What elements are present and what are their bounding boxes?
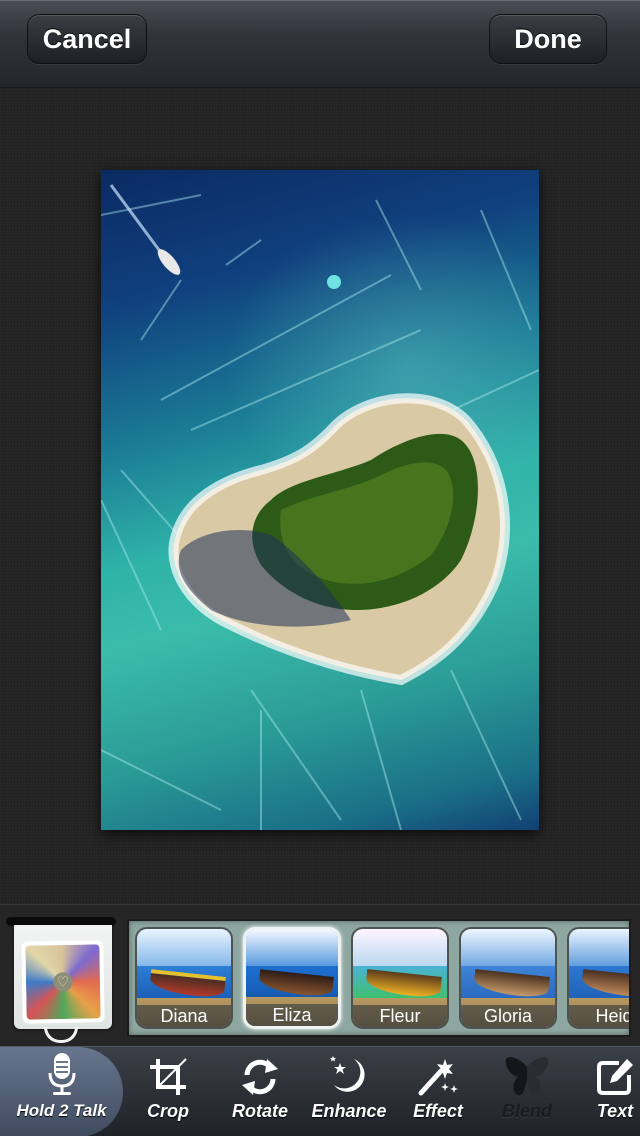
filter-fleur[interactable]: Fleur <box>351 927 449 1029</box>
filter-label: Diana <box>137 1005 231 1027</box>
moon-stars-icon <box>328 1047 370 1097</box>
filter-label: Gloria <box>461 1005 555 1027</box>
tool-label: Text <box>596 1101 634 1121</box>
edited-photo[interactable] <box>101 170 539 830</box>
tool-label: Rotate <box>231 1101 288 1121</box>
text-button[interactable]: Text <box>580 1047 640 1136</box>
filter-diana[interactable]: Diana <box>135 927 233 1029</box>
hold-to-talk-button[interactable]: Hold 2 Talk <box>0 1047 123 1136</box>
heart-icon: ♡ <box>56 973 70 990</box>
effect-button[interactable]: Effect <box>400 1047 476 1136</box>
edit-text-icon <box>595 1047 635 1097</box>
cancel-button[interactable]: Cancel <box>27 14 147 64</box>
filter-strip[interactable]: Diana Eliza Fleur Gloria Hei <box>127 919 631 1037</box>
filter-label: Fleur <box>353 1005 447 1027</box>
tool-label: Hold 2 Talk <box>16 1101 107 1120</box>
tool-label: Effect <box>413 1101 463 1121</box>
sneakers-photo: ♡ <box>25 944 101 1020</box>
filter-eliza[interactable]: Eliza <box>243 927 341 1029</box>
boat <box>157 249 181 275</box>
blend-layer-holder[interactable]: ♡ <box>6 917 116 1043</box>
tool-label: Blend <box>501 1101 552 1121</box>
rotate-icon <box>240 1047 280 1097</box>
rotate-button[interactable]: Rotate <box>222 1047 298 1136</box>
photo-artwork <box>101 184 539 830</box>
filter-label: Heidi <box>569 1005 629 1027</box>
crop-icon <box>148 1047 188 1097</box>
filter-label: Eliza <box>246 1004 338 1026</box>
glint <box>327 275 341 289</box>
boat-wake <box>109 184 161 251</box>
done-button[interactable]: Done <box>489 14 607 64</box>
butterfly-icon <box>504 1047 550 1097</box>
tool-label: Enhance <box>311 1101 387 1121</box>
enhance-button[interactable]: Enhance <box>306 1047 392 1136</box>
blend-button[interactable]: Blend <box>488 1047 566 1136</box>
bottom-toolbar: Hold 2 Talk Crop Rotate Enhance Effect B… <box>0 1046 640 1136</box>
holder-handle[interactable] <box>44 1027 78 1043</box>
filter-gloria[interactable]: Gloria <box>459 927 557 1029</box>
microphone-icon <box>47 1047 77 1097</box>
blend-layer-thumbnail[interactable]: ♡ <box>21 940 105 1024</box>
magic-wand-icon <box>417 1047 459 1097</box>
filter-panel: ♡ Diana Eliza Fleur Gloria Hei <box>0 904 640 1046</box>
crop-button[interactable]: Crop <box>132 1047 204 1136</box>
tool-label: Crop <box>147 1101 189 1121</box>
top-bar: Cancel Done <box>0 0 640 88</box>
filter-heidi[interactable]: Heidi <box>567 927 629 1029</box>
